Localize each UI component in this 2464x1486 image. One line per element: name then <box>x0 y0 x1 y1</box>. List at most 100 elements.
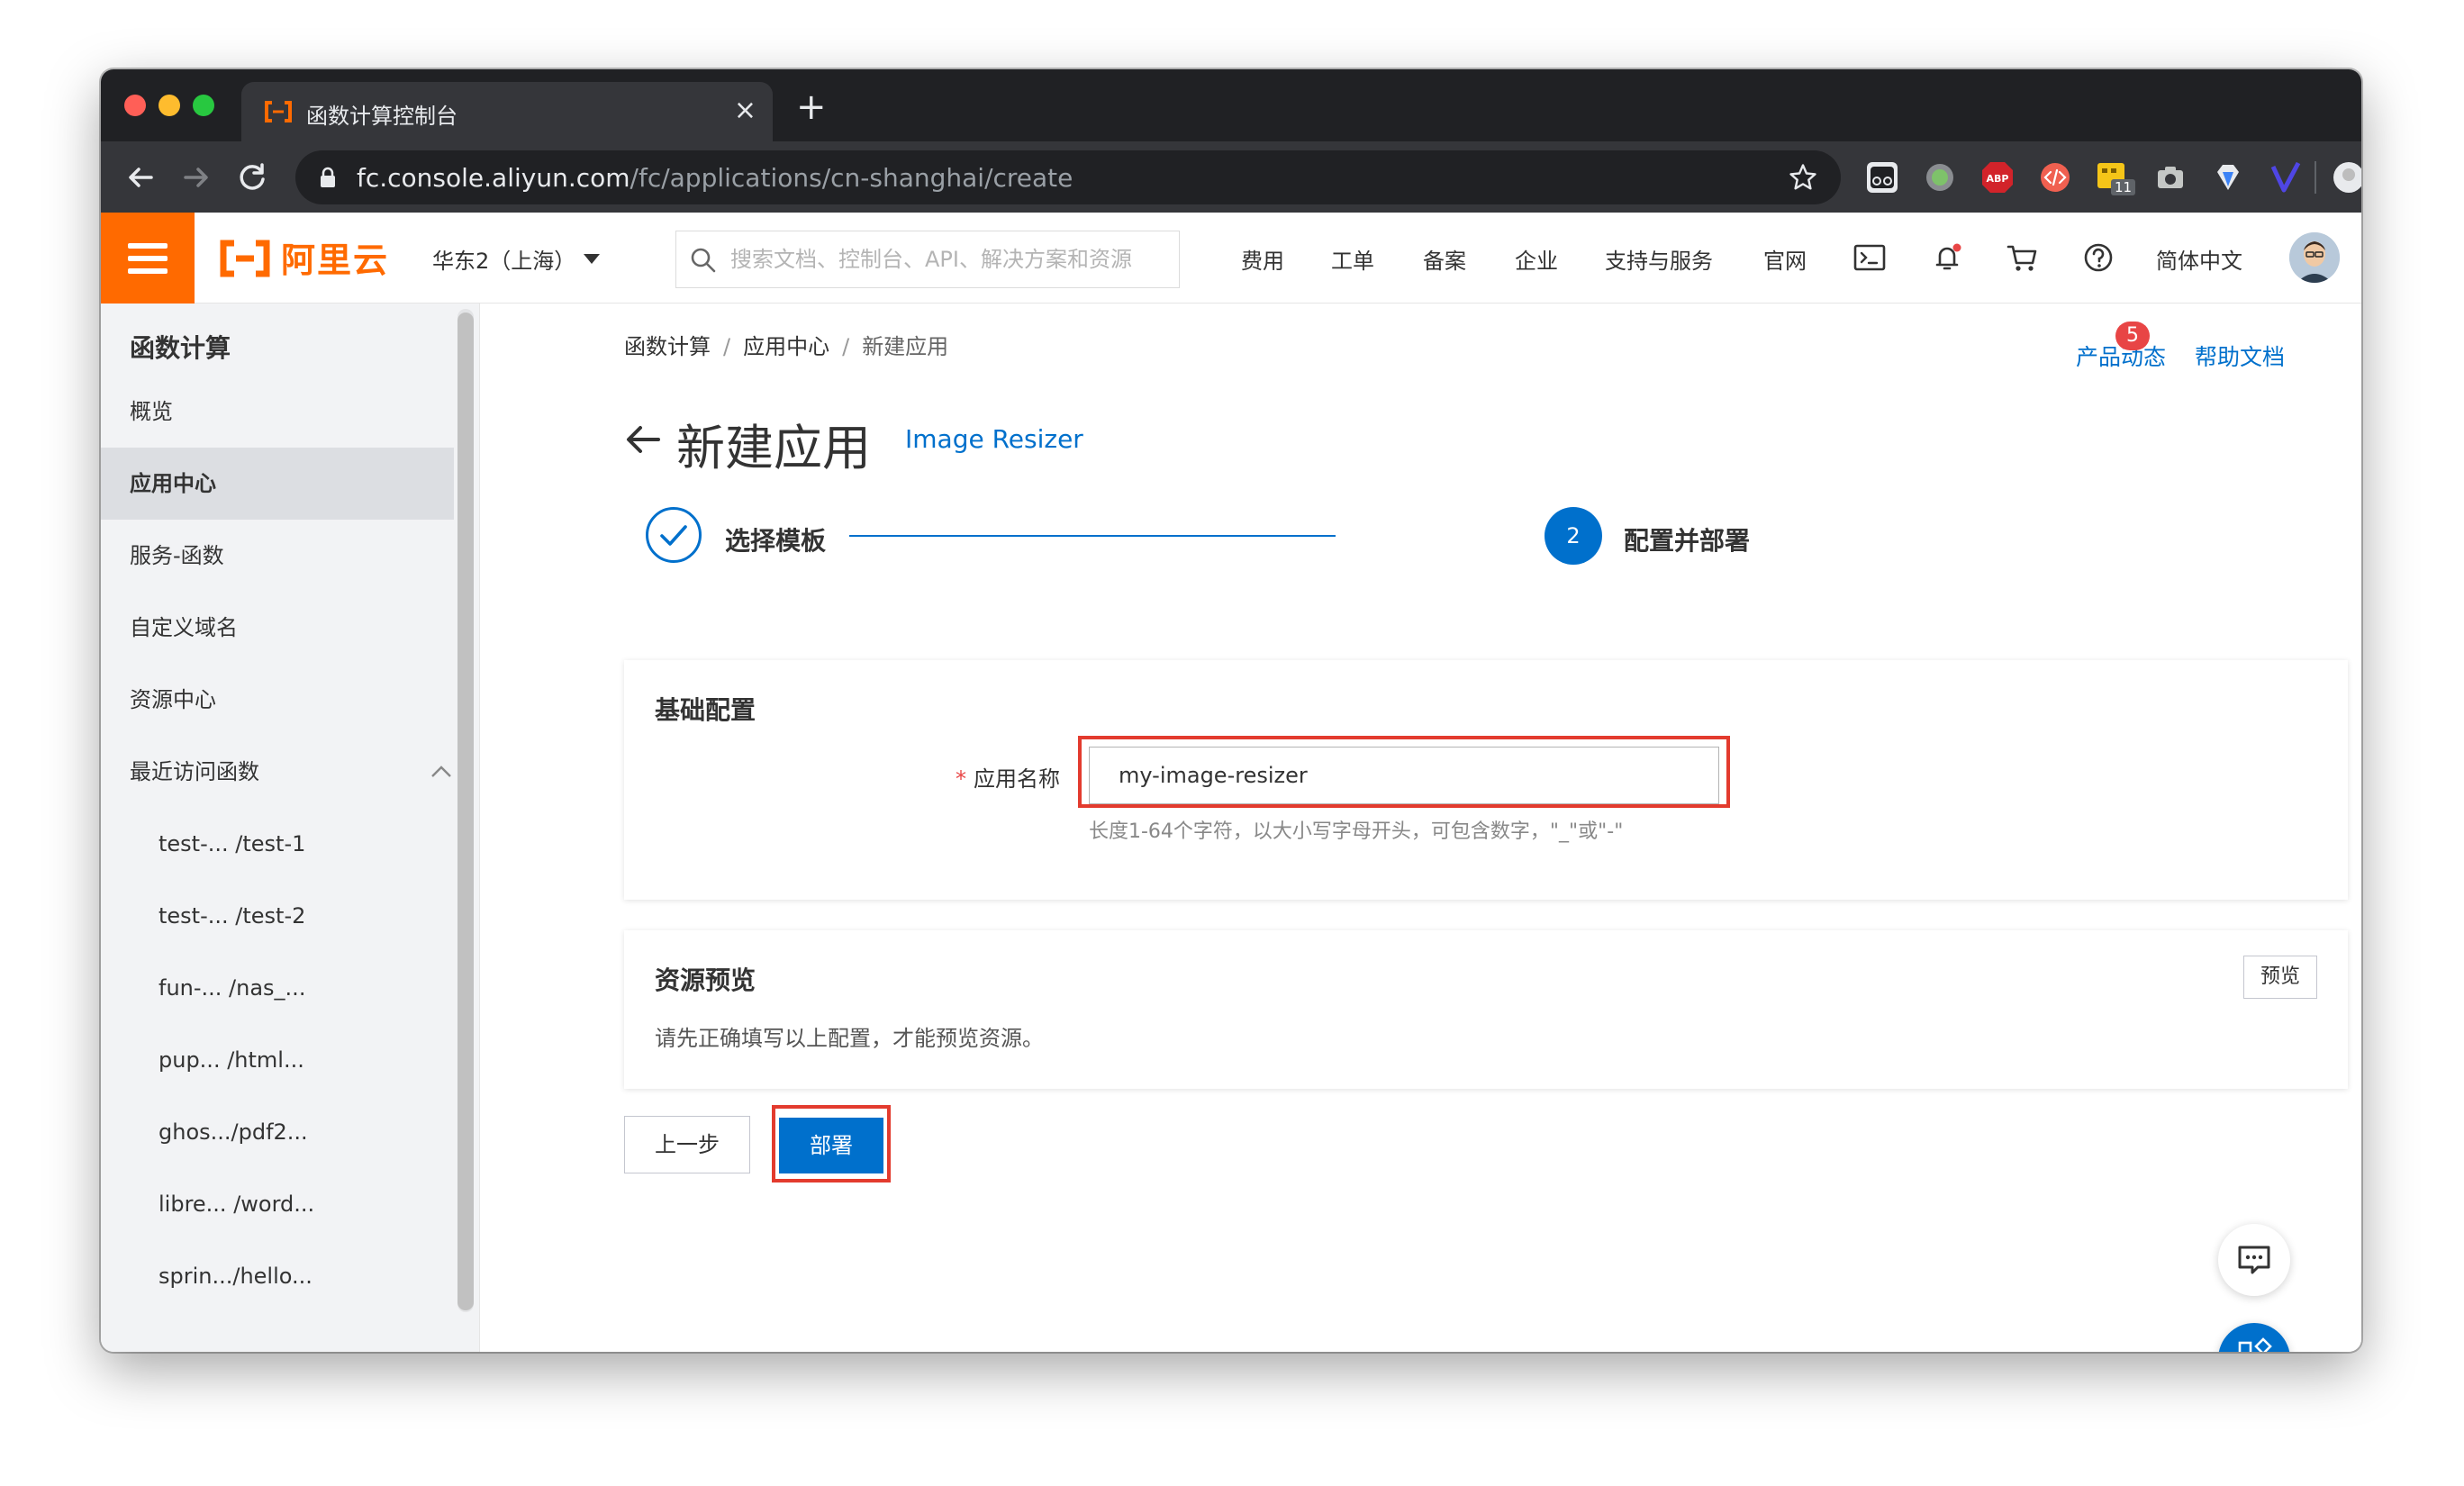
news-count-badge: 5 <box>2115 322 2150 350</box>
extension-badge-count: 11 <box>2111 179 2136 195</box>
close-window-button[interactable] <box>124 95 146 116</box>
back-arrow-icon[interactable] <box>121 158 160 197</box>
sidebar-item-overview[interactable]: 概览 <box>101 376 454 448</box>
extension-calendar-icon[interactable]: 11 <box>2095 159 2136 195</box>
recent-function-item[interactable]: sprin.../hello... <box>101 1240 454 1312</box>
page-title: 新建应用 <box>676 420 871 476</box>
step-1-label: 选择模板 <box>725 526 827 556</box>
step-connector <box>849 535 1336 537</box>
apps-widget-button[interactable] <box>2218 1323 2290 1352</box>
breadcrumb-current: 新建应用 <box>862 334 949 359</box>
sidebar-item-custom-domain[interactable]: 自定义域名 <box>101 592 454 664</box>
resource-preview-card: 资源预览 预览 请先正确填写以上配置，才能预览资源。 <box>624 930 2348 1089</box>
breadcrumb-app-center[interactable]: 应用中心 <box>743 334 829 359</box>
user-avatar-icon <box>2289 232 2340 283</box>
feedback-chat-button[interactable] <box>2218 1224 2290 1296</box>
recent-function-item[interactable]: test-... /test-1 <box>101 808 454 880</box>
required-mark: * <box>956 766 966 792</box>
check-icon <box>660 525 687 546</box>
menu-hamburger-button[interactable] <box>101 213 195 304</box>
resource-preview-description: 请先正确填写以上配置，才能预览资源。 <box>655 1026 1044 1051</box>
help-question-icon[interactable] <box>2080 240 2116 276</box>
extension-adblock-icon[interactable]: ABP <box>1979 159 2016 195</box>
basic-config-title: 基础配置 <box>655 695 756 725</box>
step-2-current: 2 <box>1545 507 1602 565</box>
highlight-box-deploy <box>772 1105 891 1182</box>
nav-icp[interactable]: 备案 <box>1423 243 1466 275</box>
previous-step-button[interactable]: 上一步 <box>624 1116 750 1173</box>
extension-v-icon[interactable] <box>2268 159 2304 195</box>
shopping-cart-icon[interactable] <box>2005 240 2041 276</box>
sidebar-item-recent-functions[interactable]: 最近访问函数 <box>101 736 454 808</box>
logo-text: 阿里云 <box>281 240 390 280</box>
recent-function-item[interactable]: test-... /test-2 <box>101 880 454 952</box>
recent-function-item[interactable]: fun-... /nas_... <box>101 952 454 1024</box>
sidebar-item-app-center[interactable]: 应用中心 <box>101 448 454 520</box>
tab-strip: 函数计算控制台 × + <box>101 69 2361 141</box>
new-tab-button[interactable]: + <box>796 89 827 125</box>
lock-icon <box>321 167 335 187</box>
maximize-window-button[interactable] <box>193 95 214 116</box>
reload-icon[interactable] <box>232 158 272 197</box>
sidebar-title: 函数计算 <box>130 333 231 363</box>
search-input[interactable] <box>730 231 1163 287</box>
back-arrow-icon[interactable] <box>624 421 662 458</box>
global-search[interactable] <box>675 231 1180 288</box>
nav-support[interactable]: 支持与服务 <box>1605 243 1713 275</box>
sidebar: 函数计算 概览 应用中心 服务-函数 自定义域名 资源中心 最近访问函数 tes… <box>101 304 479 1352</box>
tab-title: 函数计算控制台 <box>306 104 457 129</box>
profile-avatar-icon[interactable] <box>2331 159 2361 195</box>
nav-official-site[interactable]: 官网 <box>1763 243 1807 275</box>
tab-close-icon[interactable]: × <box>734 95 756 127</box>
app-name-label-text: 应用名称 <box>974 766 1060 792</box>
extension-gem-icon[interactable] <box>2210 159 2246 195</box>
nav-billing[interactable]: 费用 <box>1241 243 1284 275</box>
template-name-link[interactable]: Image Resizer <box>905 424 1083 454</box>
sidebar-item-service-function[interactable]: 服务-函数 <box>101 520 454 592</box>
extension-glasses-icon[interactable] <box>1864 159 1900 195</box>
highlight-box-name <box>1078 736 1730 808</box>
apps-grid-icon <box>2238 1337 2272 1352</box>
resource-preview-title: 资源预览 <box>655 965 756 995</box>
recent-function-item[interactable]: libre... /word... <box>101 1168 454 1240</box>
nav-enterprise[interactable]: 企业 <box>1515 243 1558 275</box>
terminal-icon[interactable] <box>1852 240 1888 276</box>
language-selector[interactable]: 简体中文 <box>2156 243 2242 275</box>
user-avatar[interactable] <box>2289 232 2340 283</box>
aliyun-logo-icon <box>220 240 270 277</box>
region-selector[interactable]: 华东2（上海） <box>432 243 575 275</box>
breadcrumb-function-compute[interactable]: 函数计算 <box>624 334 711 359</box>
main-content: 函数计算 / 应用中心 / 新建应用 产品动态 5 帮助文档 新建应用 Image Re… <box>479 304 2361 1352</box>
browser-tab[interactable]: 函数计算控制台 × <box>241 82 773 141</box>
console-header: 阿里云 华东2（上海） 费用 工单 备案 企业 支持与服务 官网 <box>101 213 2361 304</box>
extension-camera-icon[interactable] <box>2152 159 2188 195</box>
help-docs-link[interactable]: 帮助文档 <box>2195 340 2285 372</box>
url-text: fc.console.aliyun.com/fc/applications/cn… <box>357 163 1073 193</box>
minimize-window-button[interactable] <box>159 95 180 116</box>
sidebar-scrollbar-thumb[interactable] <box>457 313 474 1310</box>
bookmark-star-icon[interactable] <box>1787 161 1819 194</box>
step-1-done <box>646 507 702 563</box>
breadcrumb: 函数计算 / 应用中心 / 新建应用 <box>624 334 949 359</box>
app-name-hint: 长度1-64个字符，以大小写字母开头，可包含数字，"_"或"-" <box>1089 820 1624 843</box>
app-name-label: * 应用名称 <box>956 761 1060 793</box>
aliyun-favicon-icon <box>265 101 292 122</box>
forward-arrow-icon[interactable] <box>177 158 216 197</box>
region-caret-down-icon[interactable] <box>584 254 600 264</box>
recent-function-item[interactable]: ghos.../pdf2... <box>101 1096 454 1168</box>
notification-bell-icon[interactable] <box>1929 240 1965 276</box>
svg-text:ABP: ABP <box>1987 173 2009 185</box>
toolbar-divider <box>2315 161 2316 194</box>
sidebar-item-resource-center[interactable]: 资源中心 <box>101 664 454 736</box>
preview-button[interactable]: 预览 <box>2243 956 2317 999</box>
recent-function-item[interactable]: pup... /html... <box>101 1024 454 1096</box>
browser-window: 函数计算控制台 × + fc.console.aliyun.com/fc/app… <box>101 69 2361 1352</box>
extension-green-dot-icon[interactable] <box>1922 159 1958 195</box>
address-bar[interactable]: fc.console.aliyun.com/fc/applications/cn… <box>295 150 1841 204</box>
chevron-up-icon[interactable] <box>429 761 454 783</box>
step-2-label: 配置并部署 <box>1624 526 1751 556</box>
search-icon <box>691 248 716 273</box>
basic-config-card: 基础配置 * 应用名称 长度1-64个字符，以大小写字母开头，可包含数字，"_"或… <box>624 660 2348 900</box>
nav-tickets[interactable]: 工单 <box>1331 243 1374 275</box>
extension-code-icon[interactable] <box>2037 159 2073 195</box>
